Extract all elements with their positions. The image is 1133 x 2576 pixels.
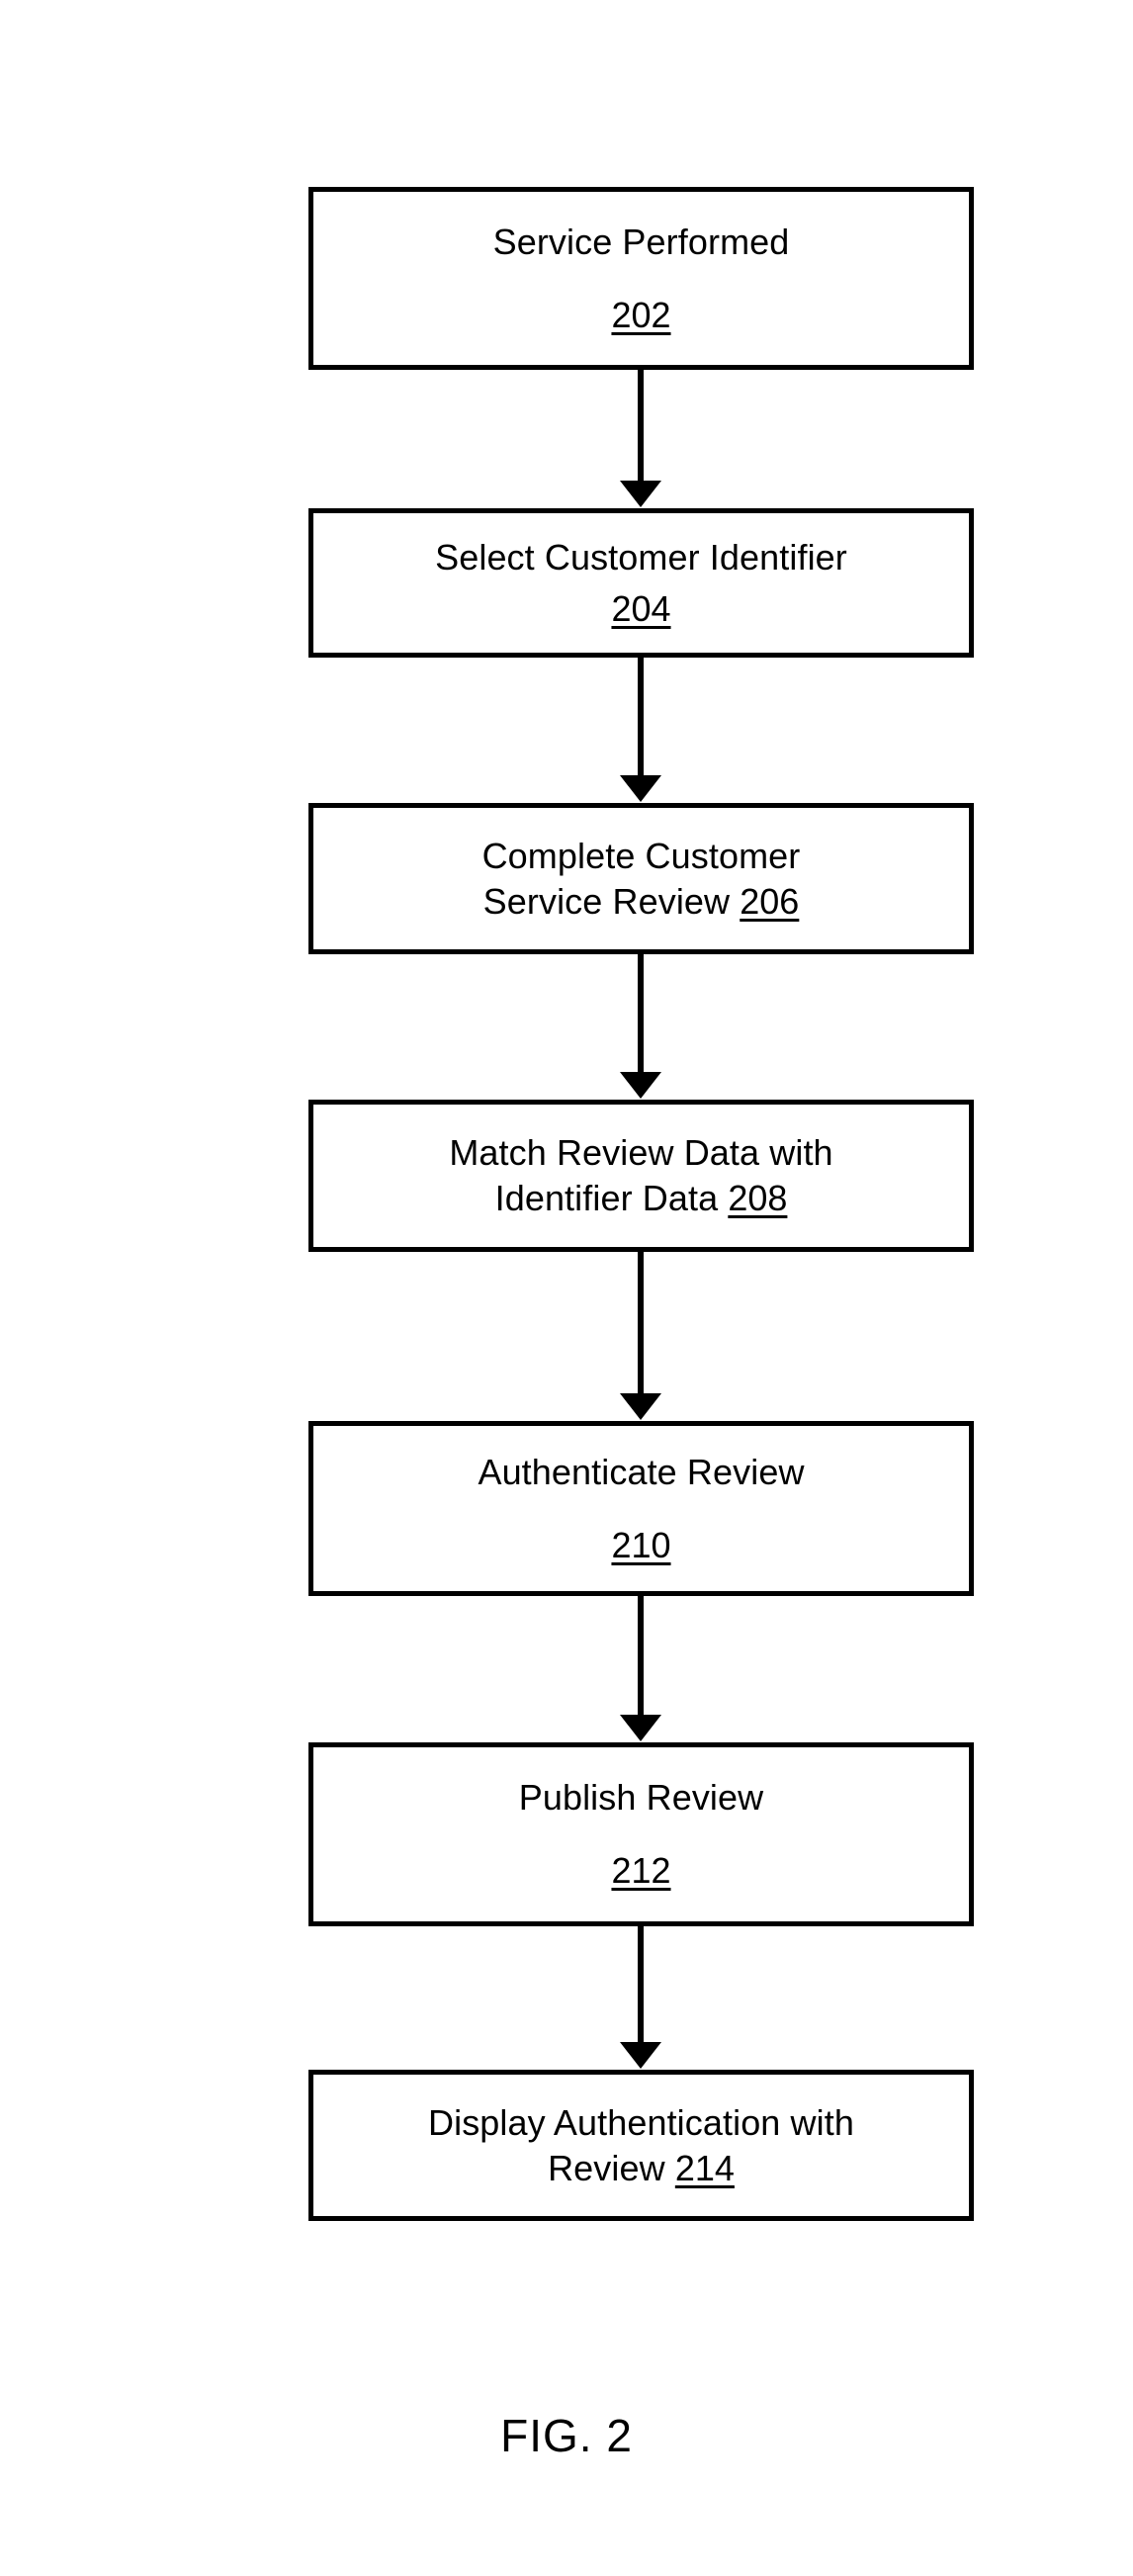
flow-node-206-body: Complete Customer Service Review 206	[482, 834, 801, 925]
connector-208-to-210	[638, 1252, 644, 1394]
flow-node-202-ref: 202	[611, 294, 671, 335]
connector-212-to-214	[638, 1926, 644, 2043]
flow-node-202-label: Service Performed	[492, 221, 790, 262]
figure-2-flowchart: Service Performed 202 Select Customer Id…	[0, 0, 1133, 2576]
flow-node-208-body: Match Review Data with Identifier Data 2…	[449, 1130, 832, 1221]
flow-node-206: Complete Customer Service Review 206	[308, 803, 974, 954]
flow-node-208-ref: 208	[728, 1178, 788, 1218]
connector-206-to-208	[638, 954, 644, 1073]
flow-node-208: Match Review Data with Identifier Data 2…	[308, 1100, 974, 1252]
flow-node-210-label: Authenticate Review	[478, 1451, 805, 1492]
flow-node-210: Authenticate Review 210	[308, 1421, 974, 1596]
flow-node-212: Publish Review 212	[308, 1742, 974, 1926]
flow-node-214: Display Authentication with Review 214	[308, 2070, 974, 2221]
figure-caption: FIG. 2	[500, 2410, 633, 2461]
flow-node-204: Select Customer Identifier 204	[308, 508, 974, 658]
flow-node-206-ref: 206	[740, 880, 800, 922]
flow-node-214-label: Display Authentication with Review	[428, 2101, 854, 2188]
flow-node-204-label: Select Customer Identifier	[435, 536, 847, 577]
flow-node-212-label: Publish Review	[518, 1777, 764, 1818]
connector-204-to-206	[638, 658, 644, 776]
connector-210-to-212	[638, 1596, 644, 1716]
flow-node-202: Service Performed 202	[308, 187, 974, 370]
connector-202-to-204	[638, 370, 644, 482]
flow-node-212-ref: 212	[611, 1850, 671, 1891]
flow-node-204-ref: 204	[611, 587, 671, 629]
flow-node-214-body: Display Authentication with Review 214	[428, 2100, 854, 2191]
flow-node-214-ref: 214	[674, 2147, 735, 2188]
flow-node-210-ref: 210	[611, 1524, 671, 1565]
